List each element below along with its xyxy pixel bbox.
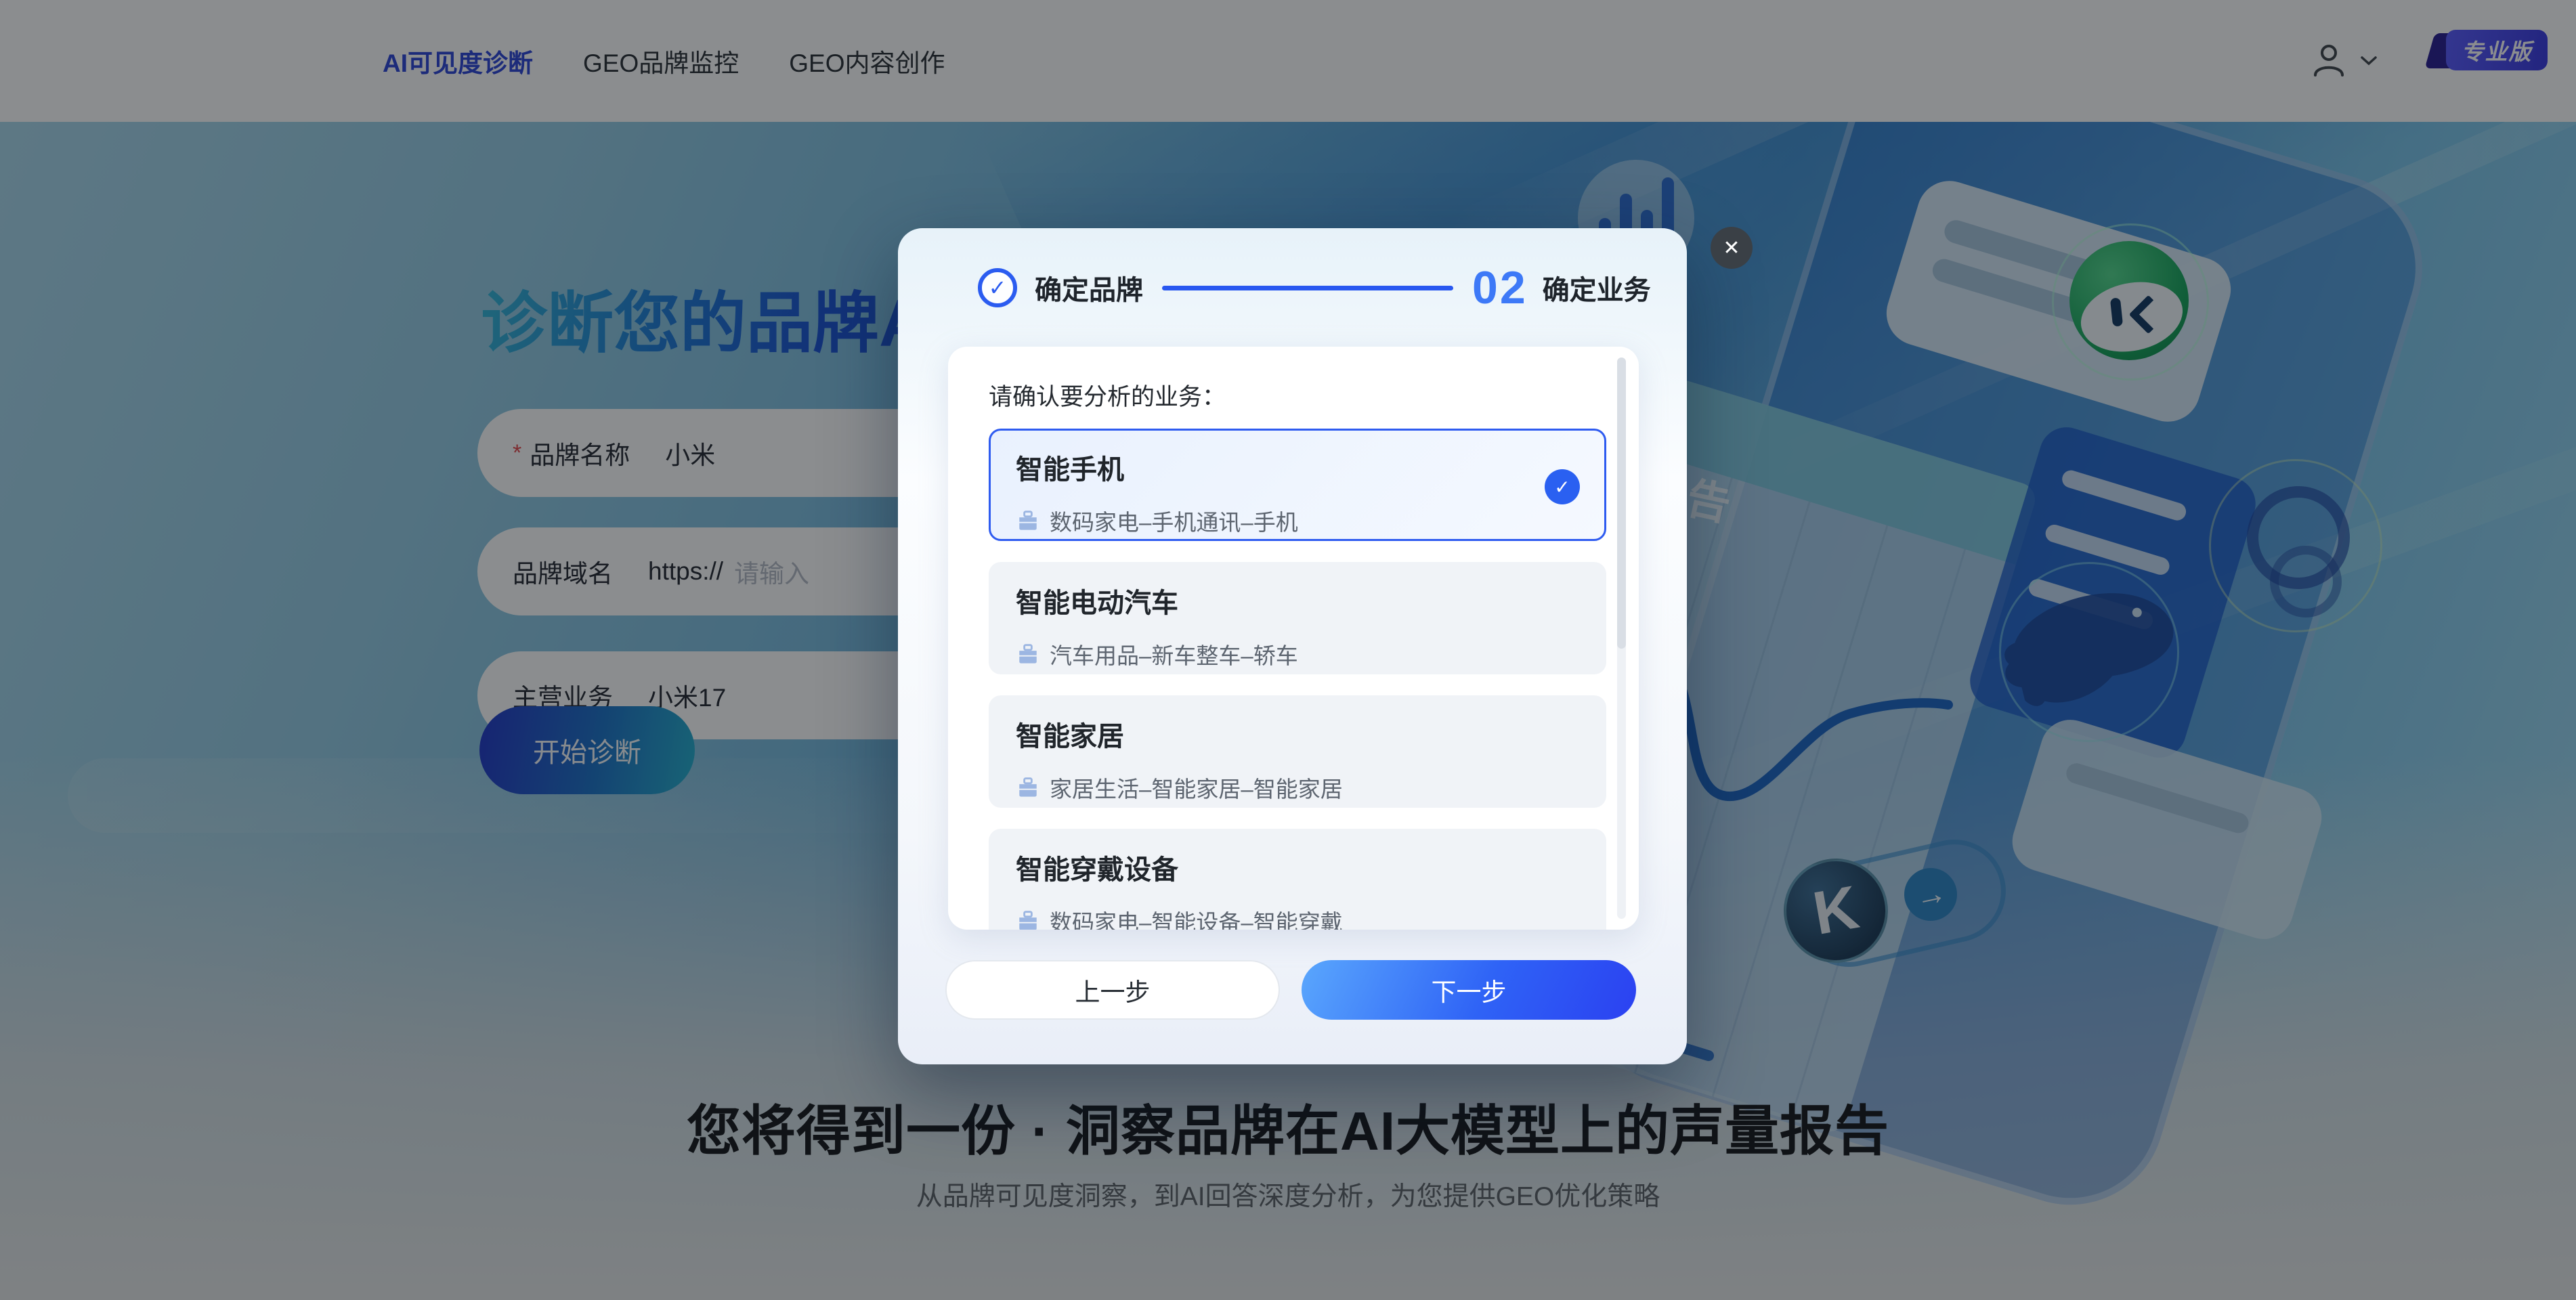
- briefcase-icon: [1016, 776, 1040, 799]
- briefcase-icon: [1016, 909, 1040, 930]
- briefcase-icon: [1016, 643, 1040, 666]
- option-category: 汽车用品–新车整车–轿车: [1050, 638, 1298, 670]
- scrollbar-thumb[interactable]: [1617, 358, 1626, 649]
- step1-label: 确定品牌: [1035, 268, 1143, 307]
- option-title: 智能电动汽车: [1016, 581, 1579, 620]
- prev-step-button[interactable]: 上一步: [945, 960, 1280, 1020]
- option-category: 数码家电–手机通讯–手机: [1050, 504, 1298, 537]
- step1-check-icon: ✓: [978, 268, 1017, 307]
- option-title: 智能家居: [1016, 714, 1579, 754]
- briefcase-icon: [1016, 509, 1040, 532]
- option-category: 数码家电–智能设备–智能穿戴: [1050, 905, 1343, 930]
- step-connector-line: [1162, 286, 1453, 290]
- option-title: 智能手机: [1016, 448, 1579, 487]
- step-header: ✓ 确定品牌 02 确定业务: [898, 228, 1687, 347]
- list-prompt: 请确认要分析的业务：: [989, 378, 1226, 412]
- business-option-smart-home[interactable]: 智能家居 家居生活–智能家居–智能家居: [989, 695, 1606, 808]
- list-scrollbar: [1617, 358, 1626, 919]
- close-icon[interactable]: ✕: [1711, 227, 1753, 269]
- business-option-smartphone[interactable]: 智能手机 数码家电–手机通讯–手机 ✓: [989, 429, 1606, 541]
- modal-actions: 上一步 下一步: [945, 960, 1636, 1020]
- business-option-ev[interactable]: 智能电动汽车 汽车用品–新车整车–轿车: [989, 562, 1606, 674]
- step2-label: 确定业务: [1543, 268, 1651, 307]
- step2-number: 02: [1472, 261, 1528, 314]
- business-options: 智能手机 数码家电–手机通讯–手机 ✓ 智能电动汽车: [989, 429, 1606, 930]
- business-confirm-modal: ✕ ✓ 确定品牌 02 确定业务 请确认要分析的业务： 智能手机 数码家电–手机…: [898, 228, 1687, 1064]
- option-category: 家居生活–智能家居–智能家居: [1050, 771, 1343, 804]
- business-list-panel: 请确认要分析的业务： 智能手机 数码家电–手机通讯–手机 ✓ 智能电动汽车: [948, 347, 1639, 930]
- business-option-wearables[interactable]: 智能穿戴设备 数码家电–智能设备–智能穿戴: [989, 829, 1606, 930]
- next-step-button[interactable]: 下一步: [1302, 960, 1636, 1020]
- selected-check-icon: ✓: [1545, 469, 1580, 504]
- option-title: 智能穿戴设备: [1016, 848, 1579, 887]
